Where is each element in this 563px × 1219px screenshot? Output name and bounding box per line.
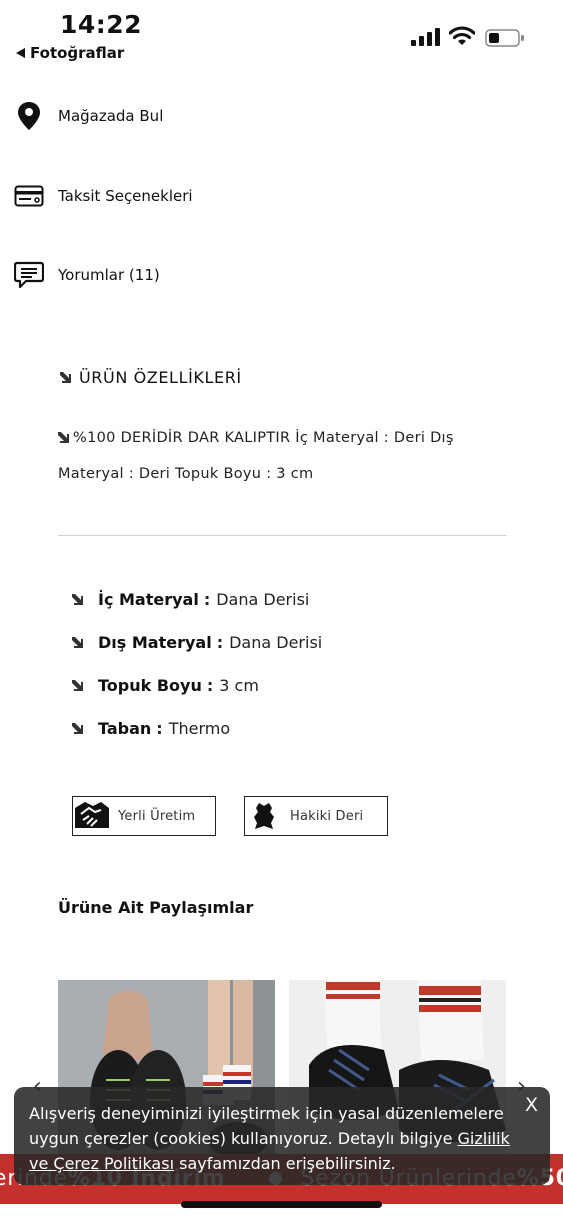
spec-separator: :: [216, 633, 224, 652]
find-in-store-label: Mağazada Bul: [58, 107, 164, 125]
find-in-store-row[interactable]: Mağazada Bul: [14, 96, 163, 136]
battery-icon: [485, 29, 524, 47]
spec-value: Dana Derisi: [216, 590, 310, 609]
spec-item: Taban : Thermo: [72, 719, 230, 738]
spec-key: Taban: [98, 719, 152, 738]
credit-card-icon: [14, 181, 44, 211]
spec-separator: :: [206, 676, 214, 695]
genuine-leather-badge: Hakiki Deri: [244, 796, 388, 836]
status-bar: 14:22 Fotoğraflar: [0, 0, 563, 70]
local-production-badge: Yerli Üretim: [72, 796, 216, 836]
spec-key: Topuk Boyu: [98, 676, 202, 695]
product-features-heading: ÜRÜN ÖZELLİKLERİ: [60, 368, 242, 387]
spec-item: İç Materyal : Dana Derisi: [72, 590, 309, 609]
arrow-down-right-icon: [58, 432, 69, 443]
genuine-leather-label: Hakiki Deri: [290, 808, 364, 824]
spec-value: Thermo: [168, 719, 231, 738]
wifi-icon: [449, 26, 475, 45]
back-link-label: Fotoğraflar: [30, 44, 125, 62]
arrow-down-right-icon: [72, 594, 83, 605]
arrow-down-right-icon: [72, 680, 83, 691]
comment-icon: [14, 260, 44, 290]
product-features-title: ÜRÜN ÖZELLİKLERİ: [79, 368, 242, 387]
back-triangle-icon: [16, 48, 25, 58]
spec-separator: :: [203, 590, 211, 609]
status-time: 14:22: [60, 10, 143, 39]
arrow-down-right-icon: [60, 372, 71, 383]
reviews-label: Yorumlar (11): [58, 266, 160, 284]
spec-item: Dış Materyal : Dana Derisi: [72, 633, 322, 652]
arrow-down-right-icon: [72, 723, 83, 734]
spec-key: Dış Materyal: [98, 633, 212, 652]
spec-item: Topuk Boyu : 3 cm: [72, 676, 259, 695]
cookie-close-button[interactable]: X: [525, 1093, 538, 1118]
cookie-text-end: sayfamızdan erişebilirsiniz.: [174, 1154, 396, 1173]
spec-value: 3 cm: [219, 676, 259, 695]
cellular-signal-icon: [411, 28, 440, 46]
spec-value: Dana Derisi: [229, 633, 323, 652]
product-description: %100 DERİDİR DAR KALIPTIR İç Materyal : …: [58, 420, 498, 492]
local-production-label: Yerli Üretim: [118, 808, 196, 824]
home-indicator[interactable]: [181, 1201, 382, 1208]
spec-separator: :: [156, 719, 163, 738]
back-to-photos-link[interactable]: Fotoğraflar: [16, 44, 124, 62]
handshake-icon: [75, 798, 109, 834]
section-divider: [58, 535, 506, 536]
product-shares-title: Ürüne Ait Paylaşımlar: [58, 898, 254, 917]
reviews-row[interactable]: Yorumlar (11): [14, 255, 160, 295]
spec-key: İç Materyal: [98, 590, 199, 609]
cookie-consent-banner: Alışveriş deneyiminizi iyileştirmek için…: [14, 1087, 550, 1185]
product-description-text: %100 DERİDİR DAR KALIPTIR İç Materyal : …: [58, 430, 454, 482]
location-pin-icon: [14, 101, 44, 131]
arrow-down-right-icon: [72, 637, 83, 648]
installment-options-label: Taksit Seçenekleri: [58, 187, 193, 205]
installment-options-row[interactable]: Taksit Seçenekleri: [14, 176, 193, 216]
cookie-text: Alışveriş deneyiminizi iyileştirmek için…: [29, 1104, 504, 1148]
leather-hide-icon: [247, 798, 281, 834]
